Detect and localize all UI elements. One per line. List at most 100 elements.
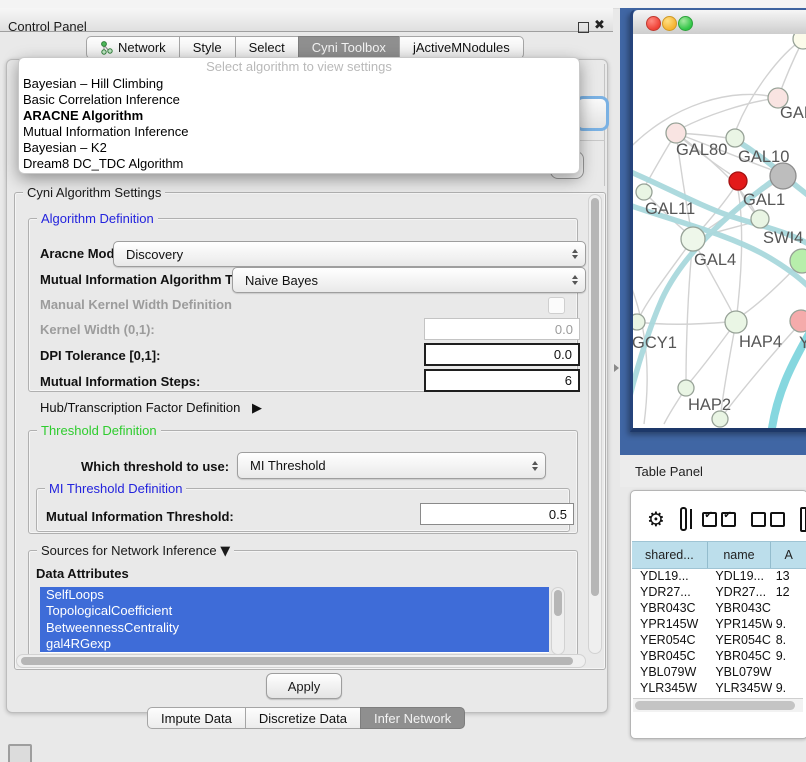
- float-panel-icon[interactable]: [578, 22, 589, 33]
- tab-impute-data[interactable]: Impute Data: [147, 707, 246, 729]
- network-node-gal80[interactable]: [666, 123, 686, 143]
- table-row[interactable]: YBR045CYBR045C9.: [632, 648, 806, 664]
- network-node-gal4[interactable]: [681, 227, 705, 251]
- gear-icon[interactable]: ⚙: [647, 509, 665, 529]
- tab-label: Discretize Data: [259, 711, 347, 726]
- network-node[interactable]: [712, 411, 728, 427]
- table-cell: 9.: [772, 680, 806, 696]
- dropdown-item[interactable]: ARACNE Algorithm: [19, 108, 579, 124]
- table-cell: YPR145W: [632, 616, 707, 632]
- dpi-tolerance-label: DPI Tolerance [0,1]:: [40, 348, 160, 363]
- settings-horizontal-scrollbar[interactable]: [16, 654, 586, 668]
- manual-kernel-label: Manual Kernel Width Definition: [40, 297, 232, 312]
- column-view-icon[interactable]: [680, 507, 687, 531]
- collapse-arrow-icon[interactable]: ▼: [220, 544, 230, 559]
- close-traffic-light[interactable]: [646, 16, 661, 31]
- network-node-swi4[interactable]: [790, 249, 806, 273]
- minimize-traffic-light[interactable]: [662, 16, 677, 31]
- dropdown-item[interactable]: Bayesian – Hill Climbing: [19, 76, 579, 92]
- attributes-scrollbar[interactable]: [551, 587, 565, 655]
- settings-hscroll-thumb[interactable]: [21, 657, 573, 665]
- column-header[interactable]: A: [771, 542, 806, 568]
- apply-button[interactable]: Apply: [266, 673, 342, 699]
- network-node-hap4[interactable]: [725, 311, 747, 333]
- manual-kernel-checkbox[interactable]: [548, 297, 565, 314]
- dropdown-item[interactable]: Dream8 DC_TDC Algorithm: [19, 156, 579, 172]
- attribute-item[interactable]: gal4RGexp: [40, 636, 549, 652]
- data-attributes-label: Data Attributes: [36, 566, 129, 581]
- control-panel-titlebar: Control Panel ✖: [0, 8, 613, 32]
- which-threshold-select[interactable]: MI Threshold: [237, 452, 546, 479]
- attribute-item[interactable]: SelfLoops: [40, 587, 549, 603]
- aracne-mode-value: Discovery: [126, 247, 183, 262]
- table-cell: YBR045C: [632, 648, 707, 664]
- table-row[interactable]: YLR345WYLR345W9.: [632, 680, 806, 696]
- table-row[interactable]: YDR27...YDR27...12: [632, 584, 806, 600]
- table-cell: YBR043C: [707, 600, 771, 616]
- tab-discretize-data[interactable]: Discretize Data: [245, 707, 361, 729]
- zoom-traffic-light[interactable]: [678, 16, 693, 31]
- select-all-icon[interactable]: [702, 512, 736, 527]
- expand-arrow-icon[interactable]: ▶: [252, 401, 262, 416]
- kernel-width-field[interactable]: 0.0: [424, 318, 580, 340]
- network-node-y[interactable]: [790, 310, 806, 332]
- network-node-hap2[interactable]: [678, 380, 694, 396]
- apply-label: Apply: [288, 679, 321, 694]
- network-canvas[interactable]: GALGAL80GAL10GAL1GAL11GAL4SWI4GCY1HAP4YH…: [633, 34, 806, 428]
- tab-network[interactable]: Network: [86, 36, 180, 59]
- column-header[interactable]: name: [708, 542, 772, 568]
- tab-jactivemnodules[interactable]: jActiveMNodules: [399, 36, 524, 59]
- aracne-mode-select[interactable]: Discovery: [113, 241, 586, 267]
- column-header[interactable]: shared...: [632, 542, 708, 568]
- table-cell: YDL19...: [632, 568, 707, 584]
- network-node[interactable]: [729, 172, 747, 190]
- mi-type-select[interactable]: Naive Bayes: [232, 267, 586, 293]
- dpi-tolerance-field[interactable]: 0.0: [424, 343, 580, 366]
- tab-select[interactable]: Select: [235, 36, 299, 59]
- dropdown-items: Bayesian – Hill ClimbingBasic Correlatio…: [19, 76, 579, 172]
- network-node-gal1[interactable]: [751, 210, 769, 228]
- table-row[interactable]: YPR145WYPR145W9.: [632, 616, 806, 632]
- split-divider-arrow[interactable]: [614, 364, 619, 372]
- control-panel-tabs: NetworkStyleSelectCyni ToolboxjActiveMNo…: [86, 36, 524, 59]
- table-column-headers: shared...nameA: [632, 541, 806, 569]
- network-node[interactable]: [793, 34, 806, 49]
- dropdown-item[interactable]: Mutual Information Inference: [19, 124, 579, 140]
- hidden-focused-combo-fragment: [575, 96, 609, 131]
- table-row[interactable]: YBL079WYBL079W: [632, 664, 806, 680]
- close-icon[interactable]: ✖: [594, 18, 605, 33]
- node-label: GAL11: [645, 200, 695, 218]
- algorithm-dropdown-list: Select algorithm to view settings Bayesi…: [18, 57, 580, 174]
- attribute-item[interactable]: TopologicalCoefficient: [40, 603, 549, 619]
- network-node[interactable]: [770, 163, 796, 189]
- node-label: HAP4: [739, 333, 782, 351]
- table-row[interactable]: YBR043CYBR043C: [632, 600, 806, 616]
- network-node-gcy1[interactable]: [633, 314, 645, 330]
- attributes-scroll-thumb[interactable]: [554, 590, 562, 616]
- dropdown-item[interactable]: Basic Correlation Inference: [19, 92, 579, 108]
- tab-cyni-toolbox[interactable]: Cyni Toolbox: [298, 36, 400, 59]
- table-cell: YER054C: [632, 632, 707, 648]
- network-node-gal10[interactable]: [726, 129, 744, 147]
- table-row[interactable]: YDL19...YDL19...13: [632, 568, 806, 584]
- mi-steps-field[interactable]: 6: [424, 369, 580, 392]
- table-rows: YDL19...YDL19...13YDR27...YDR27...12YBR0…: [632, 568, 806, 704]
- hidden-groupbox-border2: [578, 140, 605, 141]
- kernel-width-value: 0.0: [555, 322, 573, 337]
- table-row[interactable]: YER054CYER054C8.: [632, 632, 806, 648]
- minimized-panel-icon[interactable]: [8, 744, 32, 762]
- mi-type-value: Naive Bayes: [245, 273, 318, 288]
- settings-vertical-scrollbar[interactable]: [588, 194, 602, 654]
- deselect-all-icon[interactable]: [751, 512, 785, 527]
- network-window-titlebar[interactable]: [633, 10, 806, 35]
- table-hscroll-thumb[interactable]: [635, 701, 795, 710]
- tab-style[interactable]: Style: [179, 36, 236, 59]
- mi-threshold-field[interactable]: 0.5: [420, 503, 574, 525]
- document-icon[interactable]: [800, 507, 806, 532]
- tab-infer-network[interactable]: Infer Network: [360, 707, 465, 729]
- attribute-item[interactable]: BetweennessCentrality: [40, 620, 549, 636]
- dropdown-item[interactable]: Bayesian – K2: [19, 140, 579, 156]
- table-horizontal-scrollbar[interactable]: [633, 698, 803, 712]
- settings-vscroll-thumb[interactable]: [591, 198, 599, 596]
- network-node-gal11[interactable]: [636, 184, 652, 200]
